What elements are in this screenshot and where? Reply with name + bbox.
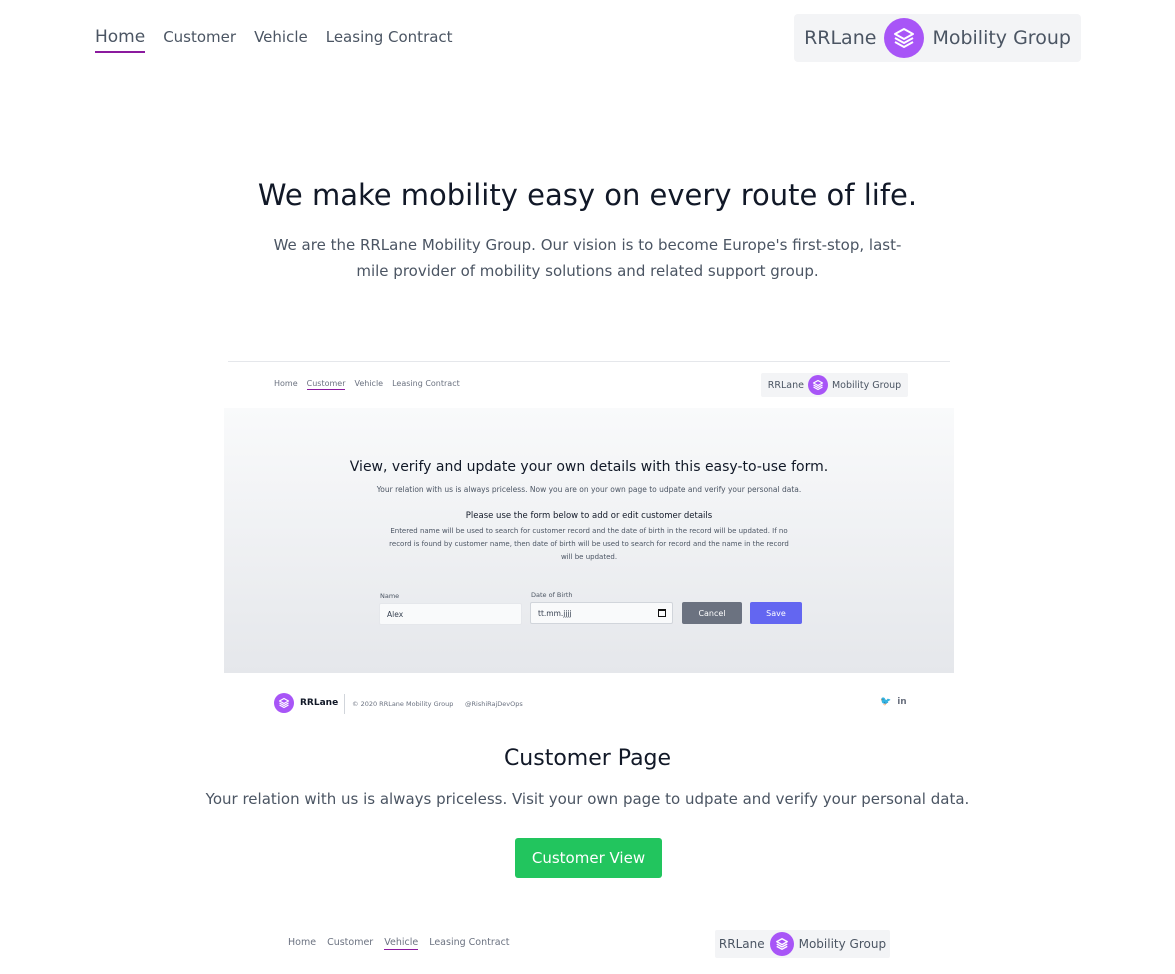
preview-dob-value: tt.mm.jjjj [538,609,572,618]
vehicle-preview-nav: Home Customer Vehicle Leasing Contract [288,937,510,950]
preview-nav-leasing: Leasing Contract [392,379,460,388]
brand-badge[interactable]: RRLane Mobility Group [794,14,1081,62]
vehicle-preview-brand-right: Mobility Group [798,937,887,951]
customer-page-preview: Home Customer Vehicle Leasing Contract R… [224,361,954,726]
preview-cancel-button: Cancel [682,602,742,624]
preview-save-button: Save [750,602,802,624]
preview-footer: RRLane © 2020 RRLane Mobility Group @Ris… [224,673,954,726]
vehicle-preview-nav-leasing: Leasing Contract [429,937,510,948]
vehicle-preview-brand: RRLane Mobility Group [715,930,890,958]
preview-footer-name: RRLane [300,698,339,708]
preview-form-title: Please use the form below to add or edit… [465,511,713,521]
preview-brand: RRLane Mobility Group [761,373,908,397]
preview-brand-left: RRLane [767,379,804,391]
vehicle-preview-nav-home: Home [288,937,317,948]
twitter-icon: 🐦 [880,697,892,707]
preview-footer-divider [344,694,345,714]
preview-name-label: Name [380,592,400,600]
nav-home[interactable]: Home [95,26,146,53]
preview-subtitle: Your relation with us is always priceles… [376,485,802,494]
nav-leasing-contract[interactable]: Leasing Contract [326,26,453,51]
vehicle-preview-nav-vehicle: Vehicle [384,937,419,950]
preview-nav: Home Customer Vehicle Leasing Contract [274,379,460,390]
brand-left: RRLane [804,27,877,49]
preview-dob-label: Date of Birth [531,591,573,599]
vehicle-preview-brand-left: RRLane [718,937,765,951]
preview-divider [228,361,950,362]
hero-title: We make mobility easy on every route of … [257,178,918,212]
vehicle-preview-nav-customer: Customer [327,937,374,948]
nav-customer[interactable]: Customer [163,26,236,51]
preview-footer-handle: @RishiRajDevOps [465,700,523,708]
main-nav: Home Customer Vehicle Leasing Contract [95,26,453,54]
layers-icon [769,932,794,956]
layers-icon [274,693,294,713]
preview-name-field: Alex [379,603,522,625]
preview-nav-vehicle: Vehicle [354,379,384,388]
preview-nav-home: Home [274,379,298,388]
preview-dob-field: tt.mm.jjjj [530,602,673,624]
preview-brand-right: Mobility Group [831,379,902,391]
customer-section-title: Customer Page [503,746,672,771]
layers-icon [807,375,828,395]
calendar-icon [658,609,666,617]
preview-form-area: View, verify and update your own details… [224,408,954,673]
nav-vehicle[interactable]: Vehicle [254,26,308,51]
preview-footer-copyright: © 2020 RRLane Mobility Group [352,700,454,708]
preview-social: 🐦 in [880,697,907,707]
hero-subtitle: We are the RRLane Mobility Group. Our vi… [273,236,902,280]
preview-note: Entered name will be used to search for … [389,527,789,561]
brand-right: Mobility Group [932,27,1071,49]
linkedin-icon: in [897,697,907,707]
layers-icon [884,18,925,58]
preview-nav-customer: Customer [306,379,346,390]
customer-section-subtitle: Your relation with us is always priceles… [205,790,970,808]
preview-title: View, verify and update your own details… [349,459,829,475]
customer-view-button[interactable]: Customer View [515,838,662,878]
